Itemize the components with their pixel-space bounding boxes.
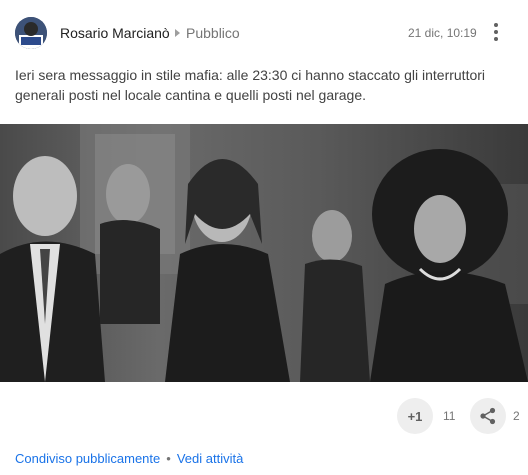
shared-publicly-link[interactable]: Condiviso pubblicamente bbox=[15, 451, 160, 466]
view-activity-link[interactable]: Vedi attività bbox=[177, 451, 244, 466]
share-button[interactable] bbox=[470, 398, 506, 434]
share-icon bbox=[480, 407, 496, 425]
post-timestamp[interactable]: 21 dic, 10:19 bbox=[408, 26, 477, 40]
footer-separator: • bbox=[166, 451, 171, 466]
visibility-label[interactable]: Pubblico bbox=[186, 25, 240, 41]
plus-one-button[interactable]: +1 bbox=[397, 398, 433, 434]
chevron-right-icon bbox=[175, 29, 180, 37]
author-name[interactable]: Rosario Marcianò bbox=[60, 25, 170, 41]
plus-one-count: 11 bbox=[443, 409, 456, 423]
share-count: 2 bbox=[513, 409, 520, 423]
post-actions: +1 11 2 bbox=[0, 392, 528, 440]
more-vert-icon[interactable] bbox=[486, 20, 506, 44]
post-text: Ieri sera messaggio in stile mafia: alle… bbox=[15, 67, 486, 103]
avatar[interactable] bbox=[15, 17, 47, 49]
post-header: Rosario Marcianò Pubblico 21 dic, 10:19 bbox=[0, 0, 528, 64]
post-photo[interactable] bbox=[0, 124, 528, 382]
post-footer: Condiviso pubblicamente • Vedi attività bbox=[15, 451, 243, 466]
